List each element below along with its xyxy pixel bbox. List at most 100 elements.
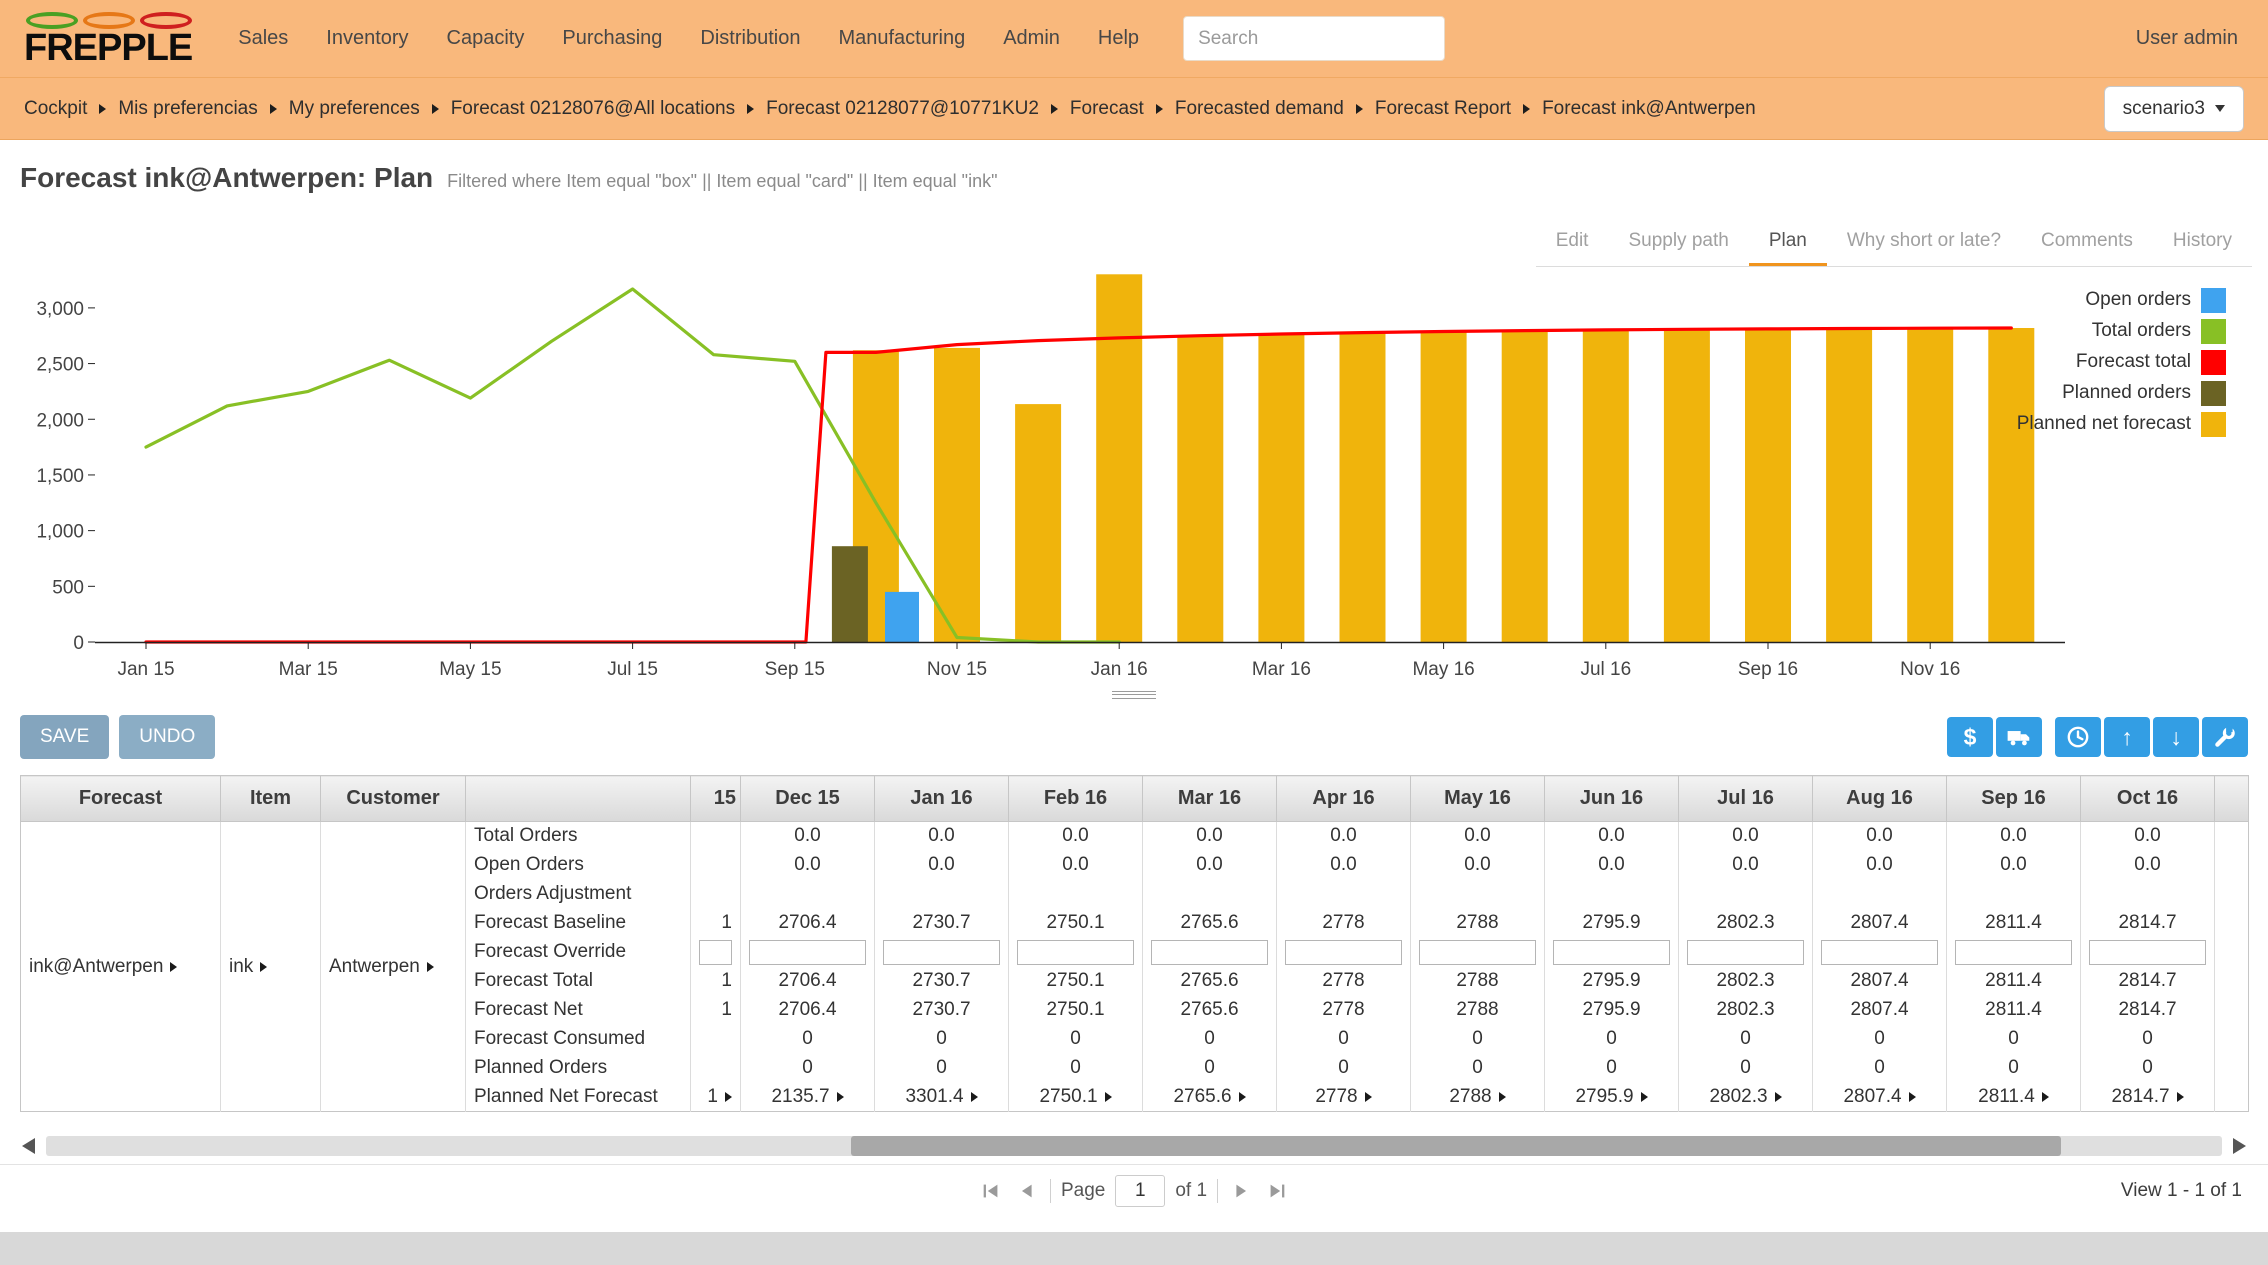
nav-item-purchasing[interactable]: Purchasing <box>562 27 662 50</box>
drill-value-cell[interactable]: 2795.9 <box>1545 1083 1679 1112</box>
drill-value-cell[interactable]: 3301.4 <box>875 1083 1009 1112</box>
cell-customer[interactable]: Antwerpen <box>321 822 466 1112</box>
drill-caret-icon[interactable] <box>1239 1092 1246 1102</box>
override-input-partial[interactable] <box>699 940 732 965</box>
override-input-jan-16[interactable] <box>883 940 1000 965</box>
drill-value-cell[interactable]: 2788 <box>1411 1083 1545 1112</box>
frepple-logo[interactable]: FREPPLE <box>24 12 192 66</box>
override-input-oct-16[interactable] <box>2089 940 2206 965</box>
drill-value-cell[interactable]: 2811.4 <box>1947 1083 2081 1112</box>
col-header-item[interactable]: Item <box>221 776 321 822</box>
drill-caret-icon[interactable] <box>170 962 177 972</box>
override-cell[interactable] <box>1813 938 1947 967</box>
chart-resize-handle[interactable] <box>1112 691 1156 699</box>
override-input-feb-16[interactable] <box>1017 940 1134 965</box>
drill-value-cell[interactable]: 2807.4 <box>1813 1083 1947 1112</box>
scroll-left-arrow-icon[interactable] <box>22 1138 35 1154</box>
tab-why-short-or-late[interactable]: Why short or late? <box>1827 220 2021 266</box>
override-input-aug-16[interactable] <box>1821 940 1938 965</box>
cell-item[interactable]: ink <box>221 822 321 1112</box>
toolbar-arrow-down-icon[interactable]: ↓ <box>2153 717 2199 757</box>
toolbar-clock-icon[interactable] <box>2055 717 2101 757</box>
drill-caret-icon[interactable] <box>1641 1092 1648 1102</box>
toolbar-wrench-icon[interactable] <box>2202 717 2248 757</box>
pager-page-input[interactable] <box>1115 1175 1165 1207</box>
nav-item-help[interactable]: Help <box>1098 27 1139 50</box>
tab-comments[interactable]: Comments <box>2021 220 2153 266</box>
tab-plan[interactable]: Plan <box>1749 220 1827 266</box>
breadcrumb-item-forecast-02128077-10771ku2[interactable]: Forecast 02128077@10771KU2 <box>766 98 1039 120</box>
override-cell[interactable] <box>1545 938 1679 967</box>
override-input-dec-15[interactable] <box>749 940 866 965</box>
drill-value-cell[interactable]: 2765.6 <box>1143 1083 1277 1112</box>
override-input-may-16[interactable] <box>1419 940 1536 965</box>
nav-item-sales[interactable]: Sales <box>238 27 288 50</box>
undo-button[interactable]: UNDO <box>119 715 215 759</box>
nav-item-manufacturing[interactable]: Manufacturing <box>838 27 965 50</box>
override-input-jun-16[interactable] <box>1553 940 1670 965</box>
drill-value-cell[interactable]: 2802.3 <box>1679 1083 1813 1112</box>
override-cell[interactable] <box>875 938 1009 967</box>
drill-value-cell[interactable]: 2814.7 <box>2081 1083 2215 1112</box>
drill-caret-icon[interactable] <box>1909 1092 1916 1102</box>
drill-value-cell[interactable]: 2778 <box>1277 1083 1411 1112</box>
breadcrumb-item-my-preferences[interactable]: My preferences <box>289 98 420 120</box>
pager-first-button[interactable] <box>978 1178 1004 1204</box>
tab-edit[interactable]: Edit <box>1536 220 1609 266</box>
override-input-mar-16[interactable] <box>1151 940 1268 965</box>
nav-item-inventory[interactable]: Inventory <box>326 27 408 50</box>
drill-value-cell[interactable]: 2135.7 <box>741 1083 875 1112</box>
toolbar-truck-icon[interactable] <box>1996 717 2042 757</box>
scroll-right-arrow-icon[interactable] <box>2233 1138 2246 1154</box>
override-cell[interactable] <box>1143 938 1277 967</box>
scrollbar-track[interactable] <box>46 1136 2222 1156</box>
pager-prev-button[interactable] <box>1014 1178 1040 1204</box>
override-cell[interactable] <box>1009 938 1143 967</box>
cell-forecast[interactable]: ink@Antwerpen <box>21 822 221 1112</box>
breadcrumb-item-forecast[interactable]: Forecast <box>1070 98 1144 120</box>
drill-caret-icon[interactable] <box>837 1092 844 1102</box>
override-input-sep-16[interactable] <box>1955 940 2072 965</box>
col-header-forecast[interactable]: Forecast <box>21 776 221 822</box>
drill-caret-icon[interactable] <box>2177 1092 2184 1102</box>
pager-next-button[interactable] <box>1228 1178 1254 1204</box>
breadcrumb-item-forecast-02128076-all-locations[interactable]: Forecast 02128076@All locations <box>451 98 735 120</box>
drill-value-cell[interactable]: 2750.1 <box>1009 1083 1143 1112</box>
breadcrumb-item-forecasted-demand[interactable]: Forecasted demand <box>1175 98 1344 120</box>
tab-supply-path[interactable]: Supply path <box>1608 220 1748 266</box>
drill-caret-icon[interactable] <box>260 962 267 972</box>
save-button[interactable]: SAVE <box>20 715 109 759</box>
override-cell[interactable] <box>1947 938 2081 967</box>
search-input[interactable] <box>1183 16 1445 61</box>
nav-item-capacity[interactable]: Capacity <box>447 27 525 50</box>
breadcrumb-item-mis-preferencias[interactable]: Mis preferencias <box>118 98 257 120</box>
drill-caret-icon[interactable] <box>427 962 434 972</box>
override-cell[interactable] <box>2081 938 2215 967</box>
scenario-selector[interactable]: scenario3 <box>2104 86 2244 132</box>
breadcrumb-item-forecast-report[interactable]: Forecast Report <box>1375 98 1511 120</box>
override-cell[interactable] <box>741 938 875 967</box>
nav-item-admin[interactable]: Admin <box>1003 27 1060 50</box>
toolbar-arrow-up-icon[interactable]: ↑ <box>2104 717 2150 757</box>
drill-caret-icon[interactable] <box>2042 1092 2049 1102</box>
override-input-apr-16[interactable] <box>1285 940 1402 965</box>
drill-caret-icon[interactable] <box>1499 1092 1506 1102</box>
scrollbar-thumb[interactable] <box>851 1136 2061 1156</box>
drill-caret-icon[interactable] <box>1365 1092 1372 1102</box>
col-header-customer[interactable]: Customer <box>321 776 466 822</box>
breadcrumb-item-cockpit[interactable]: Cockpit <box>24 98 87 120</box>
breadcrumb-item-forecast-ink-antwerpen[interactable]: Forecast ink@Antwerpen <box>1542 98 1756 120</box>
toolbar-currency-icon[interactable]: $ <box>1947 717 1993 757</box>
drill-caret-icon[interactable] <box>971 1092 978 1102</box>
pager-last-button[interactable] <box>1264 1178 1290 1204</box>
tab-history[interactable]: History <box>2153 220 2252 266</box>
nav-item-distribution[interactable]: Distribution <box>700 27 800 50</box>
override-cell[interactable] <box>1411 938 1545 967</box>
user-menu[interactable]: User admin <box>2136 27 2238 50</box>
drill-caret-icon[interactable] <box>1105 1092 1112 1102</box>
drill-caret-icon[interactable] <box>725 1092 732 1102</box>
override-cell[interactable] <box>1277 938 1411 967</box>
override-input-jul-16[interactable] <box>1687 940 1804 965</box>
drill-caret-icon[interactable] <box>1775 1092 1782 1102</box>
override-cell[interactable] <box>1679 938 1813 967</box>
